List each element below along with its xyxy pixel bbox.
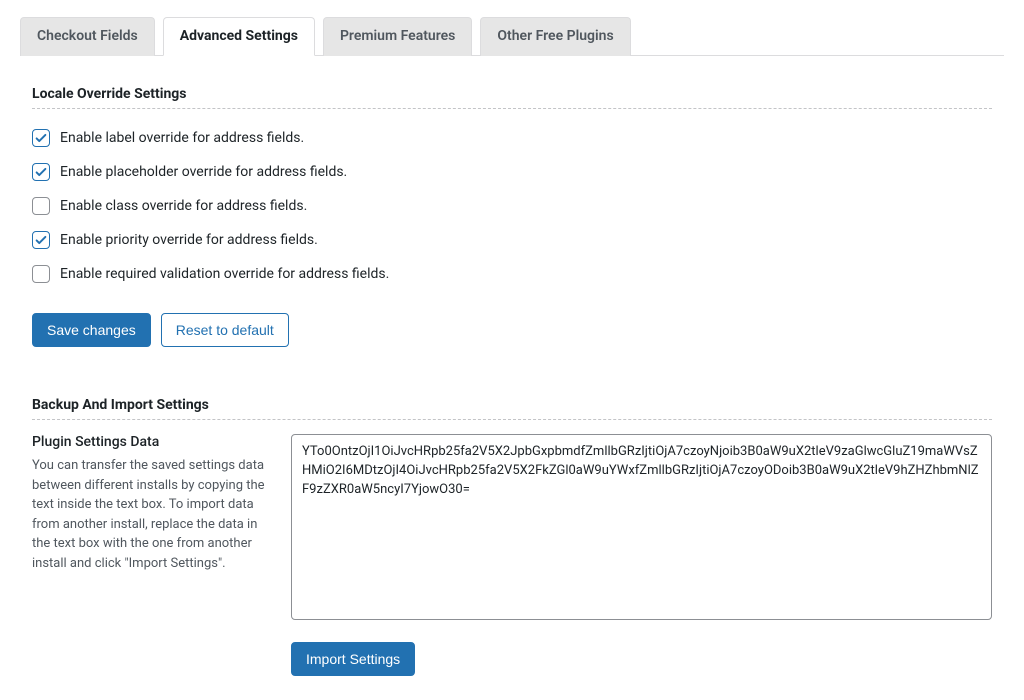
import-button[interactable]: Import Settings xyxy=(291,642,415,676)
tab-bar: Checkout Fields Advanced Settings Premiu… xyxy=(20,16,1004,56)
option-label: Enable priority override for address fie… xyxy=(60,232,318,248)
option-label: Enable required validation override for … xyxy=(60,266,389,282)
option-label: Enable label override for address fields… xyxy=(60,130,304,146)
tab-other-free-plugins[interactable]: Other Free Plugins xyxy=(480,17,630,56)
backup-description: You can transfer the saved settings data… xyxy=(32,456,267,573)
option-row: Enable label override for address fields… xyxy=(32,123,992,157)
checkmark-icon xyxy=(34,131,48,145)
checkbox-placeholder-override[interactable] xyxy=(32,163,50,181)
locale-override-section: Locale Override Settings Enable label ov… xyxy=(20,56,1004,347)
section-title-backup: Backup And Import Settings xyxy=(32,397,992,420)
checkbox-label-override[interactable] xyxy=(32,129,50,147)
backup-import-section: Backup And Import Settings Plugin Settin… xyxy=(20,347,1004,676)
option-row: Enable priority override for address fie… xyxy=(32,225,992,259)
option-row: Enable class override for address fields… xyxy=(32,191,992,225)
option-row: Enable required validation override for … xyxy=(32,259,992,293)
settings-data-textarea[interactable] xyxy=(291,434,992,620)
tab-premium-features[interactable]: Premium Features xyxy=(323,17,472,56)
section-title-locale: Locale Override Settings xyxy=(32,86,992,109)
reset-button[interactable]: Reset to default xyxy=(161,313,289,347)
checkbox-priority-override[interactable] xyxy=(32,231,50,249)
checkbox-required-override[interactable] xyxy=(32,265,50,283)
checkbox-class-override[interactable] xyxy=(32,197,50,215)
option-row: Enable placeholder override for address … xyxy=(32,157,992,191)
checkmark-icon xyxy=(34,233,48,247)
backup-subtitle: Plugin Settings Data xyxy=(32,434,267,450)
tab-checkout-fields[interactable]: Checkout Fields xyxy=(20,17,155,56)
option-label: Enable class override for address fields… xyxy=(60,198,307,214)
option-label: Enable placeholder override for address … xyxy=(60,164,347,180)
checkmark-icon xyxy=(34,165,48,179)
tab-advanced-settings[interactable]: Advanced Settings xyxy=(163,17,315,56)
save-button[interactable]: Save changes xyxy=(32,313,151,347)
